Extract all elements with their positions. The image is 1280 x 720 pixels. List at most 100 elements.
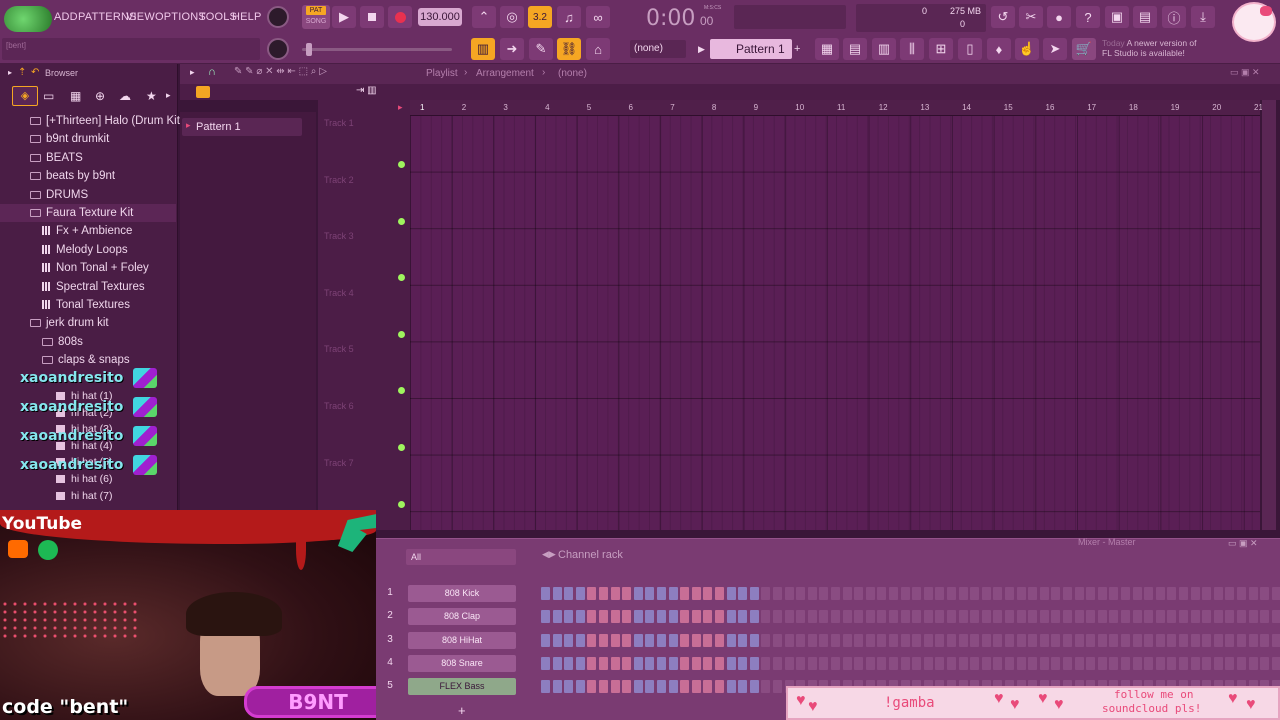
- step-button[interactable]: [564, 656, 574, 670]
- step-button[interactable]: [622, 680, 632, 694]
- undo-button[interactable]: ↺: [991, 6, 1015, 28]
- mixer-icon[interactable]: ⫼: [900, 38, 924, 60]
- step-button[interactable]: [1063, 587, 1072, 600]
- step-button[interactable]: [1144, 587, 1154, 600]
- step-button[interactable]: [715, 610, 724, 624]
- step-button[interactable]: [1086, 656, 1096, 670]
- pencil-icon[interactable]: ✎: [529, 38, 553, 60]
- step-button[interactable]: [900, 656, 910, 670]
- step-button[interactable]: [1121, 587, 1130, 600]
- step-button[interactable]: [552, 610, 562, 624]
- step-button[interactable]: [807, 610, 817, 624]
- step-button[interactable]: [784, 587, 794, 600]
- step-button[interactable]: [923, 656, 933, 670]
- step-button[interactable]: [1039, 633, 1049, 647]
- step-button[interactable]: [773, 633, 782, 647]
- step-button[interactable]: [1086, 610, 1096, 624]
- browser-tab-files-icon[interactable]: ▭: [43, 89, 54, 103]
- pattern-prev-button[interactable]: ▶: [698, 40, 708, 58]
- step-button[interactable]: [1271, 610, 1280, 624]
- step-button[interactable]: [633, 656, 643, 670]
- step-button[interactable]: [981, 656, 991, 670]
- step-button[interactable]: [970, 610, 980, 624]
- browser-item[interactable]: Spectral Textures: [0, 278, 176, 296]
- step-button[interactable]: [645, 587, 655, 600]
- pattern-add-button[interactable]: +: [794, 40, 804, 58]
- step-button[interactable]: [1225, 610, 1235, 624]
- step-button[interactable]: [1016, 656, 1026, 670]
- step-button[interactable]: [947, 633, 956, 647]
- step-button[interactable]: [831, 656, 840, 670]
- step-button[interactable]: [541, 587, 550, 600]
- step-button[interactable]: [947, 656, 956, 670]
- step-button[interactable]: [657, 610, 666, 624]
- step-button[interactable]: [1190, 610, 1200, 624]
- step-button[interactable]: [1271, 656, 1280, 670]
- step-button[interactable]: [1179, 587, 1188, 600]
- step-button[interactable]: [784, 610, 794, 624]
- step-button[interactable]: [1028, 587, 1038, 600]
- step-button[interactable]: [865, 610, 875, 624]
- step-button[interactable]: [912, 633, 922, 647]
- step-button[interactable]: [1039, 656, 1049, 670]
- step-button[interactable]: [1144, 633, 1154, 647]
- browser-item[interactable]: BEATS: [0, 149, 176, 167]
- fl-logo-icon[interactable]: [4, 6, 52, 32]
- track-label[interactable]: Track 6: [324, 401, 354, 411]
- step-button[interactable]: [1179, 656, 1188, 670]
- step-button[interactable]: [1097, 656, 1107, 670]
- step-button[interactable]: [1190, 656, 1200, 670]
- step-button[interactable]: [1260, 587, 1270, 600]
- step-button[interactable]: [1271, 633, 1280, 647]
- step-button[interactable]: [587, 633, 597, 647]
- info-icon[interactable]: ⓘ: [1162, 6, 1186, 28]
- step-button[interactable]: [1179, 633, 1188, 647]
- step-button[interactable]: [575, 610, 585, 624]
- step-button[interactable]: [726, 680, 736, 694]
- track-label[interactable]: Track 1: [324, 118, 354, 128]
- master-volume-knob[interactable]: [267, 6, 289, 28]
- plugin-db-icon[interactable]: ♦: [987, 38, 1011, 60]
- step-button[interactable]: [622, 656, 632, 670]
- plugin-icon[interactable]: ▯: [958, 38, 982, 60]
- browser-tab-star-icon[interactable]: ★: [146, 89, 157, 103]
- step-button[interactable]: [1051, 633, 1061, 647]
- step-button[interactable]: [1190, 633, 1200, 647]
- mic-icon[interactable]: ●: [1047, 6, 1071, 28]
- step-button[interactable]: [1167, 587, 1177, 600]
- playlist-grid[interactable]: [410, 116, 1260, 530]
- step-button[interactable]: [1167, 610, 1177, 624]
- step-button[interactable]: [1005, 610, 1014, 624]
- step-button[interactable]: [1260, 610, 1270, 624]
- step-button[interactable]: [807, 656, 817, 670]
- touch-icon[interactable]: ☝: [1015, 38, 1039, 60]
- step-button[interactable]: [993, 656, 1003, 670]
- step-button[interactable]: [1213, 633, 1223, 647]
- step-button[interactable]: [691, 680, 701, 694]
- step-button[interactable]: [645, 610, 655, 624]
- piano-roll-icon[interactable]: ▥: [471, 38, 495, 60]
- step-button[interactable]: [657, 680, 666, 694]
- step-button[interactable]: [761, 656, 771, 670]
- step-button[interactable]: [703, 587, 713, 600]
- step-button[interactable]: [807, 633, 817, 647]
- step-button[interactable]: [726, 633, 736, 647]
- step-button[interactable]: [831, 610, 840, 624]
- master-pitch-knob[interactable]: [267, 38, 289, 60]
- menu-add[interactable]: ADD: [54, 11, 78, 23]
- channel-name-button[interactable]: 808 Kick: [408, 585, 516, 602]
- play-button[interactable]: ▶: [332, 6, 356, 28]
- browser-tab-plugins-icon[interactable]: ▦: [70, 89, 81, 103]
- step-button[interactable]: [680, 680, 690, 694]
- track-mute-indicator[interactable]: [398, 330, 405, 338]
- slider-handle[interactable]: [306, 43, 312, 56]
- step-button[interactable]: [1063, 656, 1072, 670]
- step-button[interactable]: [587, 680, 597, 694]
- step-button[interactable]: [749, 610, 759, 624]
- step-button[interactable]: [1202, 633, 1212, 647]
- track-mute-indicator[interactable]: [398, 274, 405, 282]
- step-button[interactable]: [541, 610, 550, 624]
- step-button[interactable]: [947, 610, 956, 624]
- step-button[interactable]: [1202, 610, 1212, 624]
- track-label[interactable]: Track 3: [324, 231, 354, 241]
